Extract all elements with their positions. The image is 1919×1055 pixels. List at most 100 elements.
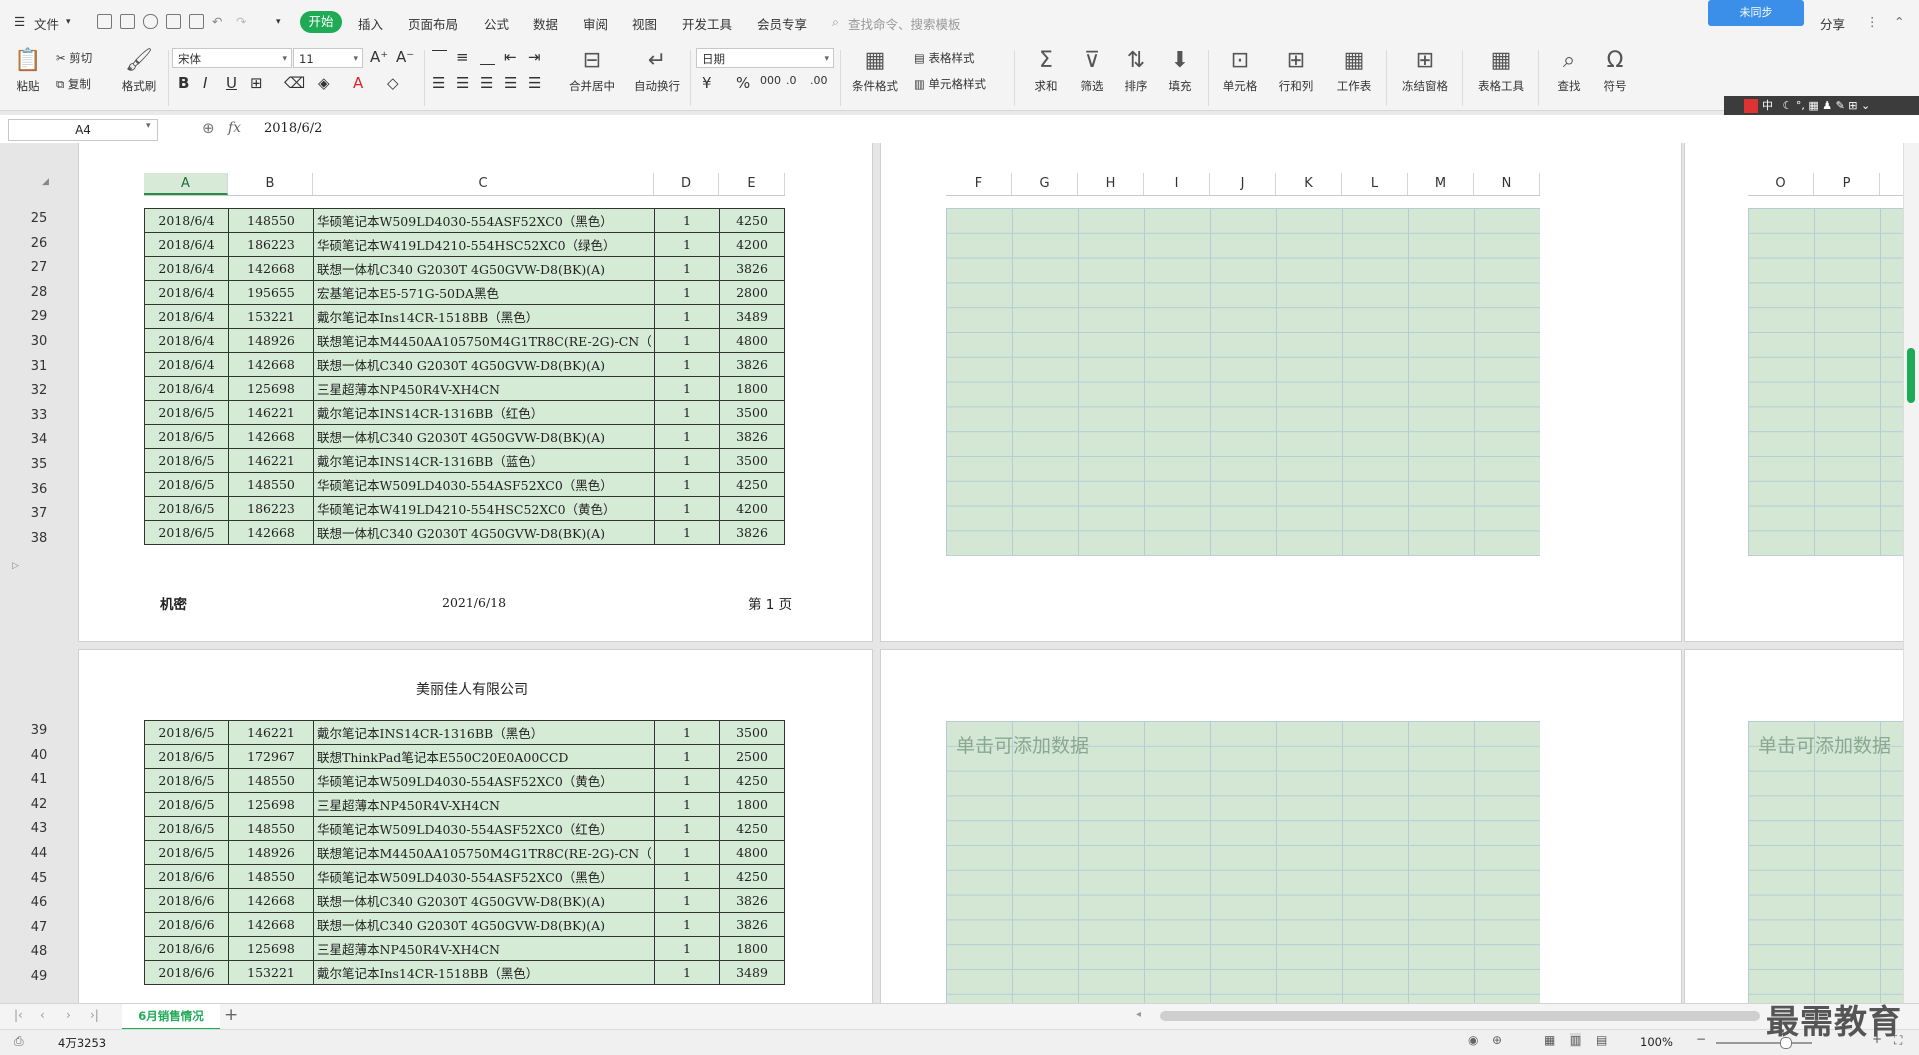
vertical-scrollbar-thumb[interactable] <box>1907 348 1915 403</box>
code-cell[interactable]: 186223 <box>228 496 314 521</box>
price-cell[interactable]: 4250 <box>719 864 785 889</box>
collapse-ribbon-icon[interactable]: ⌃ <box>1894 14 1904 29</box>
product-name-cell[interactable]: 三星超薄本NP450R4V-XH4CN <box>313 792 655 817</box>
share-button[interactable]: 分享 <box>1820 14 1845 33</box>
name-box-dropdown-icon[interactable]: ▾ <box>146 121 151 131</box>
price-cell[interactable]: 3826 <box>719 888 785 913</box>
layout-mode-icon[interactable]: ⊕ <box>1492 1033 1502 1047</box>
code-cell[interactable]: 125698 <box>228 376 314 401</box>
quantity-cell[interactable]: 1 <box>654 864 720 889</box>
tab-review[interactable]: 审阅 <box>583 14 608 33</box>
code-cell[interactable]: 146221 <box>228 400 314 425</box>
quantity-cell[interactable]: 1 <box>654 792 720 817</box>
table-row[interactable]: 2018/6/5 142668 联想一体机C340 G2030T 4G50GVW-D… <box>144 424 785 449</box>
column-header-h[interactable]: H <box>1078 173 1144 195</box>
tab-member[interactable]: 会员专享 <box>757 14 807 33</box>
cell-style-button[interactable]: ▥ 单元格样式 <box>914 76 986 92</box>
code-cell[interactable]: 148550 <box>228 768 314 793</box>
quantity-cell[interactable]: 1 <box>654 280 720 305</box>
indent-decrease-icon[interactable]: ⇤ <box>504 48 517 66</box>
tab-home[interactable]: 开始 <box>300 11 342 33</box>
code-cell[interactable]: 146221 <box>228 448 314 473</box>
product-name-cell[interactable]: 联想ThinkPad笔记本E550C20E0A00CCD <box>313 744 655 769</box>
ime-toolbar[interactable]: 中 ☾ °, ▦ ♟ ✎ ⊞ ⌄ <box>1724 96 1919 116</box>
align-center-icon[interactable]: ☰ <box>456 74 469 92</box>
quantity-cell[interactable]: 1 <box>654 256 720 281</box>
border-icon[interactable]: ⊞ <box>250 74 263 92</box>
quantity-cell[interactable]: 1 <box>654 912 720 937</box>
conditional-format-button[interactable]: ▦ 条件格式 <box>846 48 904 94</box>
product-name-cell[interactable]: 戴尔笔记本INS14CR-1316BB（红色） <box>313 400 655 425</box>
price-cell[interactable]: 3500 <box>719 448 785 473</box>
quantity-cell[interactable]: 1 <box>654 768 720 793</box>
product-name-cell[interactable]: 华硕笔记本W419LD4210-554HSC52XC0（绿色） <box>313 232 655 257</box>
quantity-cell[interactable]: 1 <box>654 448 720 473</box>
tab-insert[interactable]: 插入 <box>358 14 383 33</box>
symbol-button[interactable]: Ω 符号 <box>1594 48 1636 94</box>
table-row[interactable]: 2018/6/5 148550 华硕笔记本W509LD4030-554ASF52XC… <box>144 768 785 793</box>
price-cell[interactable]: 2800 <box>719 280 785 305</box>
indent-increase-icon[interactable]: ⇥ <box>528 48 541 66</box>
product-name-cell[interactable]: 三星超薄本NP450R4V-XH4CN <box>313 936 655 961</box>
page-break-view-icon[interactable]: ▤ <box>1596 1033 1607 1047</box>
quantity-cell[interactable]: 1 <box>654 936 720 961</box>
price-cell[interactable]: 3489 <box>719 304 785 329</box>
quantity-cell[interactable]: 1 <box>654 376 720 401</box>
price-cell[interactable]: 4250 <box>719 816 785 841</box>
row-header[interactable]: 48 <box>24 944 54 959</box>
name-box[interactable]: A4 <box>8 119 158 141</box>
align-middle-icon[interactable]: ≡ <box>456 48 469 66</box>
zoom-level[interactable]: 100% <box>1640 1035 1673 1049</box>
price-cell[interactable]: 4250 <box>719 472 785 497</box>
product-name-cell[interactable]: 华硕笔记本W509LD4030-554ASF52XC0（黑色） <box>313 864 655 889</box>
product-name-cell[interactable]: 戴尔笔记本INS14CR-1316BB（蓝色） <box>313 448 655 473</box>
date-cell[interactable]: 2018/6/4 <box>144 280 229 305</box>
zoom-out-icon[interactable]: − <box>1696 1032 1706 1046</box>
justify-icon[interactable]: ☰ <box>504 74 517 92</box>
format-painter-button[interactable]: 🖌 格式刷 <box>118 48 160 94</box>
row-header[interactable]: 28 <box>24 285 54 300</box>
currency-icon[interactable]: ¥ <box>702 74 712 92</box>
freeze-panes-button[interactable]: ⊞ 冻结窗格 <box>1394 48 1456 94</box>
row-header[interactable]: 46 <box>24 895 54 910</box>
price-cell[interactable]: 3500 <box>719 720 785 745</box>
selection-sum[interactable]: 4万3253 <box>58 1035 106 1051</box>
chevron-down-icon[interactable]: ▾ <box>66 17 71 27</box>
copy-button[interactable]: ⧉ 复制 <box>56 76 91 92</box>
italic-icon[interactable]: I <box>203 74 207 92</box>
align-left-icon[interactable]: ☰ <box>432 74 445 92</box>
code-cell[interactable]: 148550 <box>228 864 314 889</box>
date-cell[interactable]: 2018/6/4 <box>144 352 229 377</box>
quantity-cell[interactable]: 1 <box>654 960 720 985</box>
font-size-select[interactable]: 11 <box>293 48 363 69</box>
page-layout-view-icon[interactable]: ▥ <box>1570 1033 1582 1047</box>
quantity-cell[interactable]: 1 <box>654 400 720 425</box>
date-cell[interactable]: 2018/6/6 <box>144 960 229 985</box>
date-cell[interactable]: 2018/6/4 <box>144 208 229 233</box>
sheet-tab-june-sales[interactable]: 6月销售情况 <box>122 1004 220 1030</box>
code-cell[interactable]: 148550 <box>228 472 314 497</box>
product-name-cell[interactable]: 联想一体机C340 G2030T 4G50GVW-D8(BK)(A) <box>313 424 655 449</box>
date-cell[interactable]: 2018/6/5 <box>144 424 229 449</box>
table-row[interactable]: 2018/6/4 186223 华硕笔记本W419LD4210-554HSC52XC… <box>144 232 785 257</box>
column-header-d[interactable]: D <box>654 173 719 195</box>
date-cell[interactable]: 2018/6/5 <box>144 472 229 497</box>
add-data-placeholder[interactable]: 单击可添加数据 <box>1758 731 1891 758</box>
price-cell[interactable]: 4250 <box>719 208 785 233</box>
row-header[interactable]: 30 <box>24 334 54 349</box>
row-header[interactable]: 36 <box>24 482 54 497</box>
quick-access-dropdown-icon[interactable]: ▾ <box>276 17 281 27</box>
zoom-formula-icon[interactable]: ⊕ <box>202 119 215 137</box>
margin-marker-icon[interactable]: ▷ <box>12 561 19 571</box>
date-cell[interactable]: 2018/6/5 <box>144 400 229 425</box>
price-cell[interactable]: 3826 <box>719 256 785 281</box>
date-cell[interactable]: 2018/6/5 <box>144 520 229 545</box>
formula-input[interactable]: 2018/6/2 <box>264 121 322 136</box>
table-style-button[interactable]: ▤ 表格样式 <box>914 50 975 66</box>
price-cell[interactable]: 3489 <box>719 960 785 985</box>
row-header[interactable]: 29 <box>24 309 54 324</box>
filter-button[interactable]: ⊽ 筛选 <box>1072 48 1112 94</box>
product-name-cell[interactable]: 联想笔记本M4450AA105750M4G1TR8C(RE-2G)-CN（ <box>313 840 655 865</box>
table-row[interactable]: 2018/6/5 148550 华硕笔记本W509LD4030-554ASF52XC… <box>144 816 785 841</box>
quantity-cell[interactable]: 1 <box>654 520 720 545</box>
